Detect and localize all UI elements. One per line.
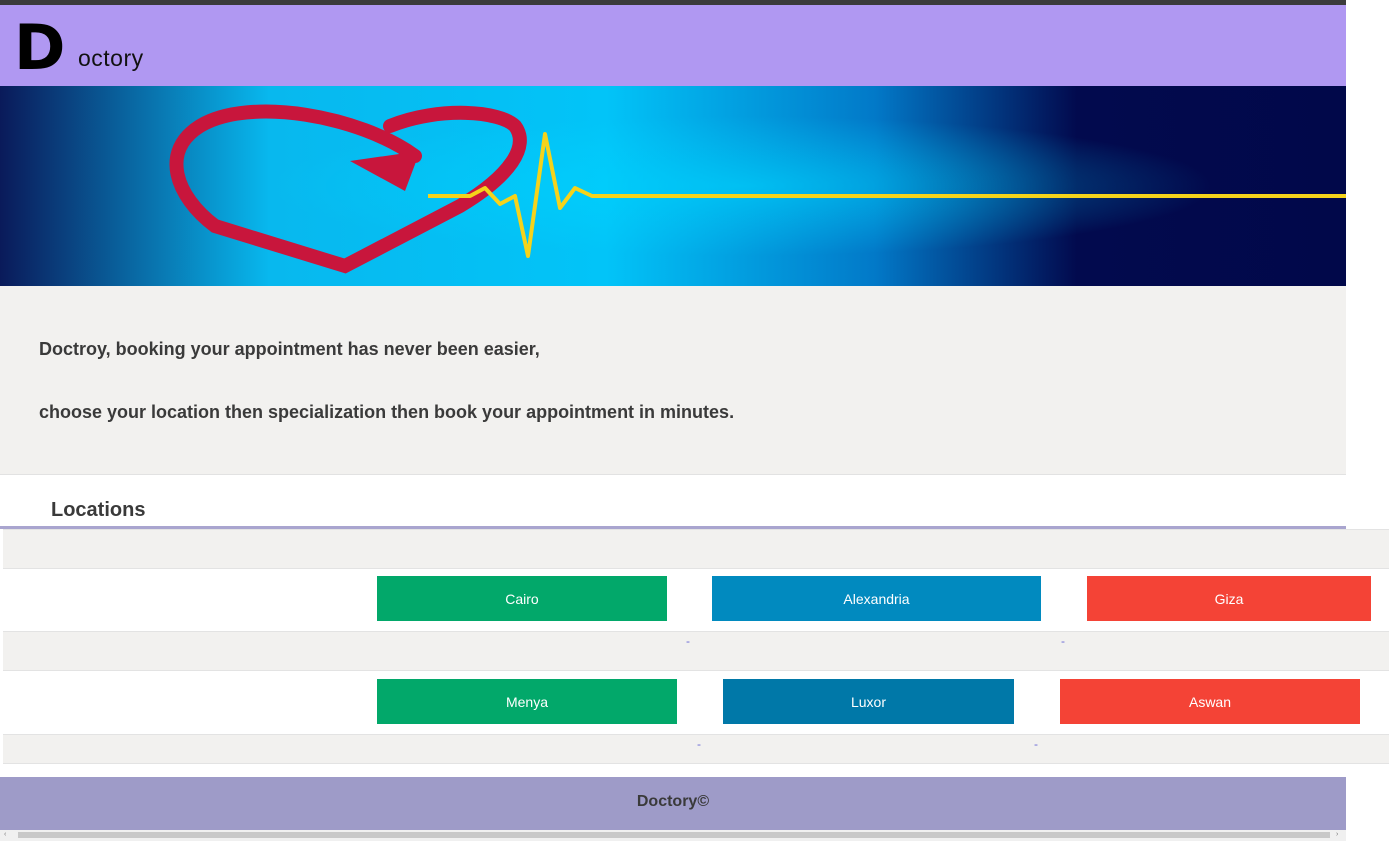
heart-pulse-banner-image xyxy=(0,86,1346,286)
scroll-thumb[interactable] xyxy=(18,832,1330,838)
location-button-menya[interactable]: Menya xyxy=(377,679,677,724)
intro-line-2: choose your location then specialization… xyxy=(39,402,735,422)
location-button-alexandria[interactable]: Alexandria xyxy=(712,576,1041,621)
table-row-band: - - xyxy=(3,631,1389,671)
site-header: D octory xyxy=(0,5,1346,86)
table-row-band: - - xyxy=(3,734,1389,764)
intro-line-1: Doctroy, booking your appointment has ne… xyxy=(39,339,540,359)
intro-section: Doctroy, booking your appointment has ne… xyxy=(0,286,1346,475)
site-footer: Doctory© xyxy=(0,777,1346,830)
separator: - xyxy=(1034,737,1038,751)
location-button-luxor[interactable]: Luxor xyxy=(723,679,1014,724)
logo-text: octory xyxy=(78,45,144,71)
table-row-band xyxy=(3,529,1389,569)
location-button-cairo[interactable]: Cairo xyxy=(377,576,667,621)
separator: - xyxy=(697,737,701,751)
scroll-right-arrow-icon[interactable]: › xyxy=(1336,831,1338,838)
scroll-left-arrow-icon[interactable]: ‹ xyxy=(4,831,6,838)
logo-initial: D xyxy=(14,11,66,84)
separator: - xyxy=(1061,634,1065,648)
horizontal-scrollbar[interactable]: ‹ › xyxy=(0,830,1346,841)
location-button-giza[interactable]: Giza xyxy=(1087,576,1371,621)
hero-banner xyxy=(0,86,1346,286)
separator: - xyxy=(686,634,690,648)
location-button-aswan[interactable]: Aswan xyxy=(1060,679,1360,724)
locations-heading: Locations xyxy=(51,499,146,521)
footer-copyright: Doctory© xyxy=(636,793,710,810)
